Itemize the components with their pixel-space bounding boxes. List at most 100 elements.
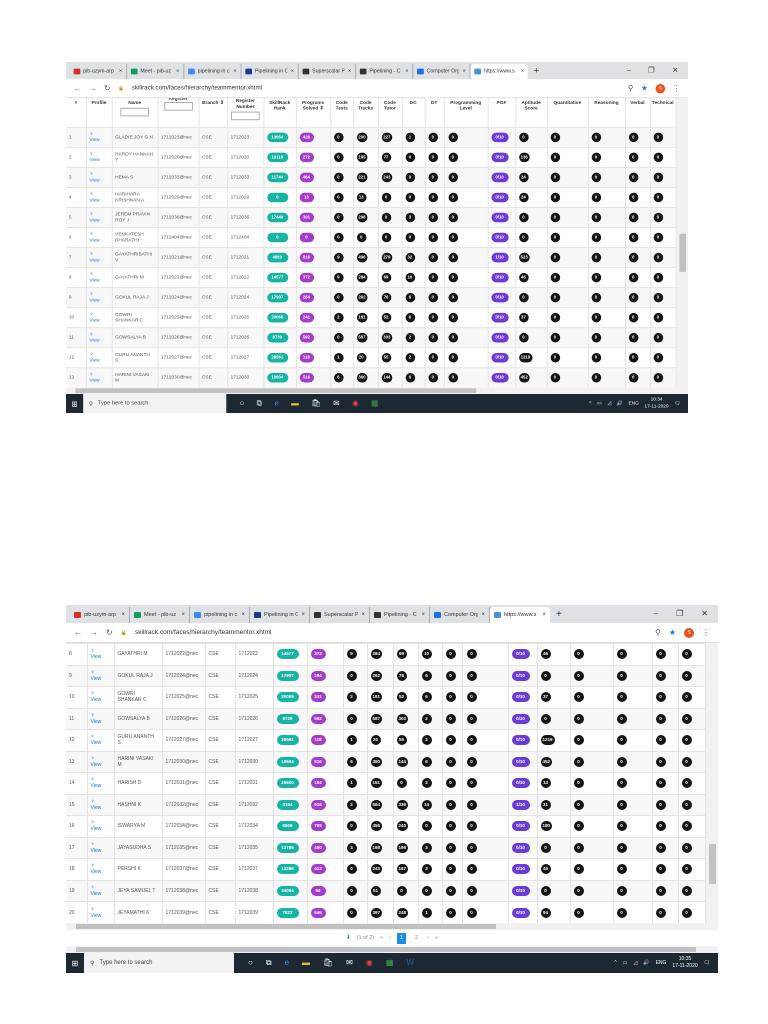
taskbar-search-box[interactable]: ⚲ Type here to search	[83, 393, 227, 414]
next-page-button[interactable]: ›	[427, 935, 429, 941]
cell-profile[interactable]: ♆ View	[86, 306, 113, 328]
edge-icon[interactable]: e	[285, 958, 289, 968]
cell-profile[interactable]: ♆ View	[86, 186, 113, 208]
show-hidden-icons[interactable]: ^	[589, 401, 591, 407]
browser-tab[interactable]: Computer Org ×	[430, 607, 490, 623]
cell-profile[interactable]: ♆ View	[86, 206, 113, 228]
column-header-code-tracks[interactable]: Code Tracks	[353, 98, 379, 127]
mail-icon[interactable]: ✉	[346, 958, 353, 968]
back-icon[interactable]: ←	[74, 628, 82, 637]
chrome-icon[interactable]: ◉	[352, 399, 359, 409]
back-icon[interactable]: ←	[74, 84, 82, 93]
cell-profile[interactable]: ♆ View	[87, 793, 115, 816]
vertical-scrollbar-thumb[interactable]	[678, 234, 686, 273]
view-profile-link[interactable]: View	[91, 719, 102, 725]
vertical-scrollbar[interactable]	[705, 643, 718, 923]
page-horizontal-scrollbar-thumb[interactable]	[76, 947, 696, 952]
profile-avatar[interactable]: S	[655, 83, 666, 94]
reload-icon[interactable]: ↻	[104, 84, 110, 93]
clock[interactable]: 10:34 17-11-2020	[645, 397, 669, 410]
network-icon[interactable]: ◿	[633, 960, 637, 966]
view-profile-link[interactable]: View	[91, 848, 102, 854]
language-indicator[interactable]: ENG	[628, 401, 638, 407]
tab-close-icon[interactable]: ×	[291, 69, 294, 75]
cortana-icon[interactable]: ○	[240, 399, 245, 409]
tab-close-icon[interactable]: ×	[481, 612, 485, 618]
tab-close-icon[interactable]: ×	[521, 69, 524, 75]
file-explorer-icon[interactable]: ▬	[291, 399, 299, 409]
taskbar-search-box[interactable]: ⚲ Type here to search	[84, 953, 234, 973]
view-profile-link[interactable]: View	[89, 137, 99, 143]
browser-tab[interactable]: Pipelining - C ×	[370, 607, 430, 623]
browser-tab[interactable]: Pipelining in C ×	[242, 63, 299, 80]
windows-start-icon[interactable]: ⊞	[66, 959, 84, 968]
cell-profile[interactable]: ♆ View	[87, 772, 115, 794]
excel-icon[interactable]: ▦	[386, 958, 394, 968]
view-profile-link[interactable]: View	[91, 913, 102, 919]
browser-tab[interactable]: pipelining in c ×	[184, 63, 242, 80]
cell-profile[interactable]: ♆ View	[87, 643, 115, 665]
task-view-icon[interactable]: ⧉	[266, 958, 272, 968]
edge-icon[interactable]: e	[275, 399, 279, 409]
minimize-button[interactable]: –	[627, 66, 631, 75]
show-hidden-icons[interactable]: ^	[614, 960, 616, 966]
language-indicator[interactable]: ENG	[656, 960, 667, 966]
cell-profile[interactable]: ♆ View	[86, 246, 113, 268]
column-header-branch[interactable]: Branch ⇕	[198, 98, 228, 127]
cell-profile[interactable]: ♆ View	[87, 707, 115, 730]
cell-profile[interactable]: ♆ View	[87, 879, 115, 902]
new-tab-button[interactable]: +	[533, 66, 539, 76]
cell-profile[interactable]: ♆ View	[87, 901, 115, 923]
horizontal-scrollbar-thumb[interactable]	[76, 924, 496, 929]
view-profile-link[interactable]: View	[91, 762, 102, 768]
vertical-scrollbar-thumb[interactable]	[708, 843, 716, 884]
tab-close-icon[interactable]: ×	[181, 612, 185, 618]
column-header-code-tests[interactable]: Code Tests	[330, 98, 354, 127]
url-input[interactable]: skillrack.com/faces/hierarchy/teammentor…	[132, 85, 620, 92]
notifications-icon[interactable]: 🗨	[704, 960, 710, 966]
volume-icon[interactable]: 🔊	[617, 401, 623, 407]
last-page-button[interactable]: »	[435, 935, 438, 941]
view-profile-link[interactable]: View	[89, 177, 99, 183]
reload-icon[interactable]: ↻	[106, 628, 113, 637]
column-header-row-number[interactable]: #	[66, 98, 87, 127]
view-profile-link[interactable]: View	[91, 783, 102, 789]
store-icon[interactable]: 🛍	[311, 399, 321, 409]
view-profile-link[interactable]: View	[89, 157, 99, 163]
minimize-button[interactable]: –	[654, 609, 658, 618]
tab-close-icon[interactable]: ×	[233, 69, 236, 75]
view-profile-link[interactable]: View	[89, 197, 99, 203]
zoom-icon[interactable]: ⚲	[628, 84, 634, 93]
tab-close-icon[interactable]: ×	[421, 612, 425, 618]
tab-close-icon[interactable]: ×	[241, 612, 245, 618]
horizontal-scrollbar[interactable]	[66, 923, 718, 930]
cell-profile[interactable]: ♆ View	[87, 750, 115, 773]
bookmark-star-icon[interactable]: ★	[669, 628, 676, 637]
column-header-code-tutor[interactable]: Code Tutor	[377, 98, 403, 127]
view-profile-link[interactable]: View	[91, 805, 102, 811]
browser-tab[interactable]: Meet - pib-uz ×	[127, 63, 185, 80]
view-profile-link[interactable]: View	[91, 869, 102, 875]
view-profile-link[interactable]: View	[91, 676, 102, 682]
column-header-programming-level[interactable]: Programming Level	[443, 98, 489, 127]
new-tab-button[interactable]: +	[556, 609, 562, 620]
view-profile-link[interactable]: View	[89, 378, 99, 384]
bookmark-star-icon[interactable]: ★	[641, 84, 648, 93]
browser-tab[interactable]: Superscalar P ×	[310, 607, 370, 623]
cell-profile[interactable]: ♆ View	[86, 346, 113, 368]
cell-profile[interactable]: ♆ View	[87, 686, 115, 708]
windows-start-icon[interactable]: ⊞	[66, 399, 83, 408]
zoom-icon[interactable]: ⚲	[655, 628, 661, 637]
restore-button[interactable]: ❐	[648, 66, 655, 75]
view-profile-link[interactable]: View	[91, 654, 102, 660]
page-horizontal-scrollbar[interactable]	[66, 946, 718, 953]
browser-tab[interactable]: Pipelining in C ×	[250, 607, 310, 623]
browser-tab[interactable]: Computer Org ×	[413, 63, 471, 80]
view-profile-link[interactable]: View	[91, 697, 102, 703]
column-header-register-number[interactable]: Register Number	[227, 98, 264, 127]
menu-icon[interactable]: ⋮	[673, 84, 681, 93]
tab-close-icon[interactable]: ×	[176, 69, 179, 75]
mail-icon[interactable]: ✉	[333, 399, 339, 409]
column-header-technical[interactable]: Technical	[649, 98, 677, 127]
tab-close-icon[interactable]: ×	[348, 69, 351, 75]
